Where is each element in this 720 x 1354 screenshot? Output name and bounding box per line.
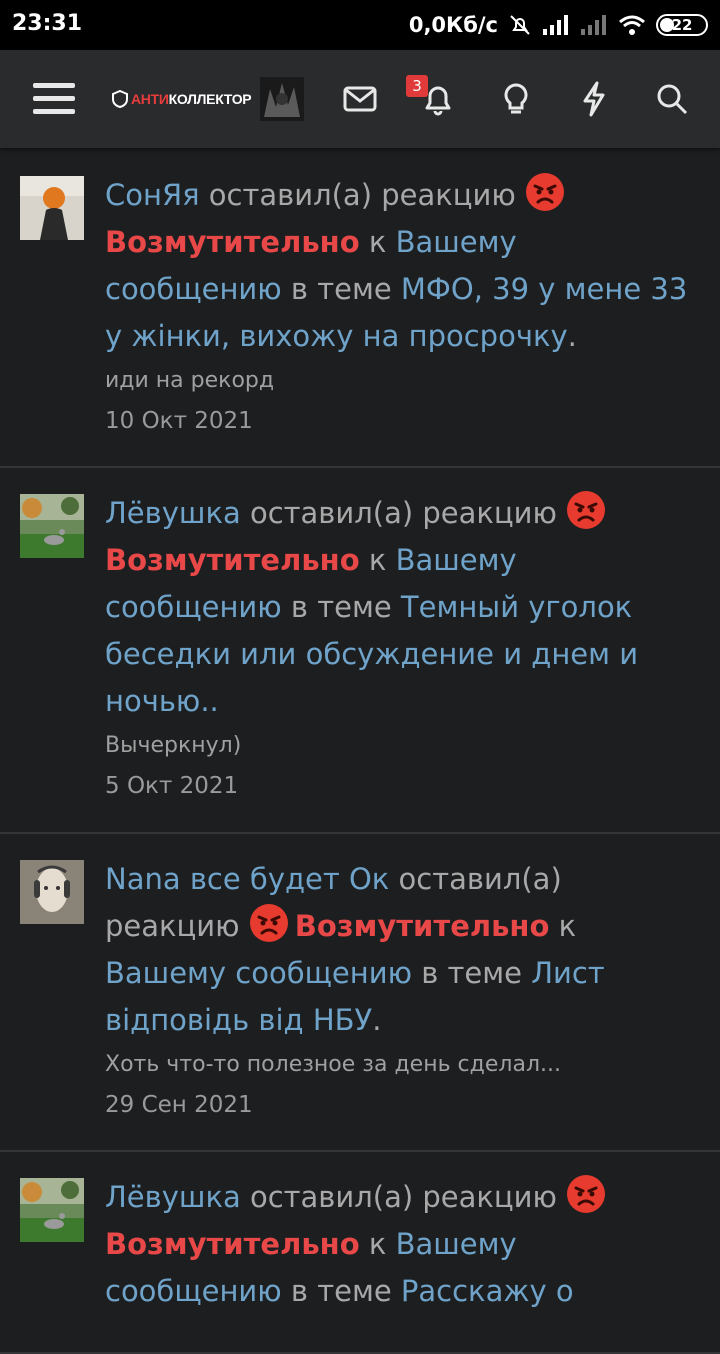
prep-text: к xyxy=(368,543,387,577)
user-link[interactable]: Nana все будет Ок xyxy=(105,862,389,896)
prep-text: к xyxy=(368,225,387,259)
user-link[interactable]: Лёвушка xyxy=(105,496,241,530)
status-bar: 23:31 0,0Кб/с 22 xyxy=(0,0,720,50)
search-icon[interactable] xyxy=(648,75,696,123)
action-text: оставил(а) реакцию xyxy=(249,1180,557,1214)
in-topic-text: в теме xyxy=(290,272,392,306)
alert-date: 5 Окт 2021 xyxy=(105,773,239,799)
avatar[interactable] xyxy=(20,494,84,558)
app-header: АНТИ КОЛЛЕКТОР 3 xyxy=(0,50,720,148)
action-text: оставил(а) реакцию xyxy=(249,496,557,530)
alerts-feed: СонЯя оставил(а) реакцию Возмутительно к… xyxy=(0,150,720,1354)
battery-icon: 22 xyxy=(656,14,708,36)
angry-face-icon xyxy=(567,491,606,529)
in-topic-text: в теме xyxy=(290,1274,392,1308)
lightning-icon[interactable] xyxy=(570,75,618,123)
prep-text: к xyxy=(558,909,577,943)
avatar[interactable] xyxy=(20,1178,84,1242)
list-item[interactable]: Лёвушка оставил(а) реакцию Возмутительно… xyxy=(0,468,720,834)
site-logo[interactable]: АНТИ КОЛЛЕКТОР xyxy=(112,88,252,110)
reaction-label: Возмутительно xyxy=(294,909,550,943)
action-text: оставил(а) реакцию xyxy=(208,178,516,212)
message-snippet: иди на рекорд xyxy=(105,368,275,393)
bell-muted-icon xyxy=(510,15,530,35)
user-link[interactable]: СонЯя xyxy=(105,178,200,212)
alert-date: 10 Окт 2021 xyxy=(105,408,253,434)
battery-level: 22 xyxy=(671,16,693,34)
logo-text-2: КОЛЛЕКТОР xyxy=(168,91,252,107)
reaction-label: Возмутительно xyxy=(105,543,360,577)
angry-face-icon xyxy=(525,173,564,211)
network-speed: 0,0Кб/с xyxy=(408,13,498,37)
menu-icon[interactable] xyxy=(30,75,78,123)
avatar[interactable] xyxy=(20,860,84,924)
lightbulb-icon[interactable] xyxy=(492,75,540,123)
message-link[interactable]: Вашему сообщению xyxy=(105,956,412,990)
wifi-icon xyxy=(619,15,645,35)
shield-icon xyxy=(112,90,128,108)
list-item[interactable]: СонЯя оставил(а) реакцию Возмутительно к… xyxy=(0,150,720,468)
prep-text: к xyxy=(368,1227,387,1261)
user-link[interactable]: Лёвушка xyxy=(105,1180,241,1214)
mail-icon[interactable] xyxy=(336,75,384,123)
message-snippet: Вычеркнул) xyxy=(105,733,242,758)
status-time: 23:31 xyxy=(12,11,83,36)
signal-icon xyxy=(543,15,568,35)
notification-badge: 3 xyxy=(406,75,428,97)
signal-2-icon xyxy=(581,15,606,35)
alert-date: 29 Сен 2021 xyxy=(105,1092,253,1118)
logo-text-1: АНТИ xyxy=(131,91,169,107)
in-topic-text: в теме xyxy=(290,590,392,624)
topic-link[interactable]: Расскажу о xyxy=(401,1274,574,1308)
reaction-label: Возмутительно xyxy=(105,1227,360,1261)
angry-face-icon xyxy=(249,904,288,942)
reaction-label: Возмутительно xyxy=(105,225,360,259)
in-topic-text: в теме xyxy=(421,956,522,990)
angry-face-icon xyxy=(567,1175,606,1213)
user-avatar[interactable] xyxy=(260,77,304,121)
message-snippet: Хоть что-то полезное за день сделал... xyxy=(105,1052,561,1077)
list-item[interactable]: Nana все будет Ок оставил(а) реакцию Воз… xyxy=(0,834,720,1152)
avatar[interactable] xyxy=(20,176,84,240)
list-item[interactable]: Лёвушка оставил(а) реакцию Возмутительно… xyxy=(0,1152,720,1354)
